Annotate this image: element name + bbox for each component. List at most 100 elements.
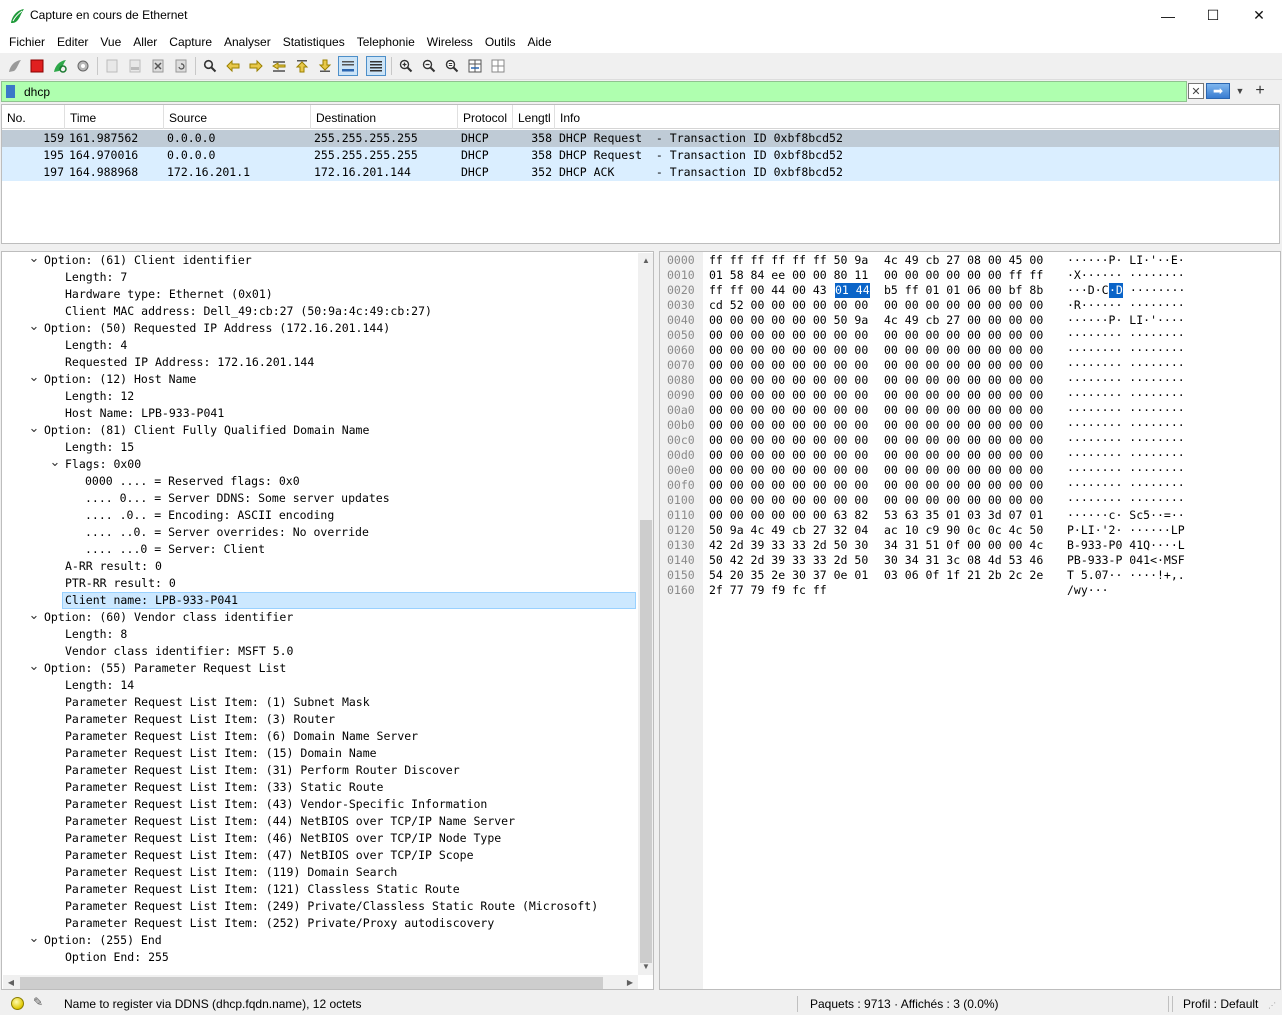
zoom-in-button[interactable] [396,56,416,76]
go-to-packet-button[interactable] [269,56,289,76]
detail-line[interactable]: Length: 15 [65,439,134,456]
scroll-thumb[interactable] [640,520,652,963]
edit-comment-icon[interactable]: ✎ [33,995,49,1011]
column-header-time[interactable]: Time [65,105,164,129]
detail-line[interactable]: Option: (55) Parameter Request List [44,660,286,677]
detail-line[interactable]: Parameter Request List Item: (44) NetBIO… [65,813,515,830]
detail-line[interactable]: PTR-RR result: 0 [65,575,176,592]
normal-size-button[interactable] [442,56,462,76]
detail-line[interactable]: .... ...0 = Server: Client [85,541,265,558]
scroll-thumb[interactable] [20,977,603,989]
detail-line[interactable]: Length: 14 [65,677,134,694]
menu-fichier[interactable]: Fichier [3,31,51,53]
detail-line[interactable]: Requested IP Address: 172.16.201.144 [65,354,314,371]
detail-line[interactable]: Option: (60) Vendor class identifier [44,609,293,626]
scroll-up-icon[interactable]: ▲ [638,253,653,269]
detail-line[interactable]: Parameter Request List Item: (1) Subnet … [65,694,370,711]
stop-capture-button[interactable] [27,56,47,76]
column-header-no[interactable]: No. [2,105,65,129]
go-back-button[interactable] [223,56,243,76]
details-horizontal-scrollbar[interactable]: ◀ ▶ [3,975,638,989]
detail-line[interactable]: Parameter Request List Item: (46) NetBIO… [65,830,501,847]
detail-line[interactable]: Vendor class identifier: MSFT 5.0 [65,643,293,660]
expand-chevron-icon[interactable]: ⌄ [49,455,61,473]
menu-editer[interactable]: Editer [51,31,94,53]
detail-line[interactable]: .... ..0. = Server overrides: No overrid… [85,524,369,541]
expand-chevron-icon[interactable]: ⌄ [28,421,40,439]
column-header-info[interactable]: Info [555,105,1279,129]
scroll-right-icon[interactable]: ▶ [622,975,638,989]
expand-chevron-icon[interactable]: ⌄ [28,659,40,677]
colorize-toggle[interactable] [366,56,386,76]
packet-row[interactable]: 195 164.970016 0.0.0.0 255.255.255.255 DHCP 3… [2,147,1279,164]
ascii-bytes-highlighted[interactable]: ·D [1109,283,1123,298]
expand-chevron-icon[interactable]: ⌄ [28,370,40,388]
detail-line[interactable]: Parameter Request List Item: (119) Domai… [65,864,397,881]
detail-line[interactable]: Length: 7 [65,269,127,286]
bookmark-icon[interactable] [6,85,15,98]
detail-line[interactable]: Option: (50) Requested IP Address (172.1… [44,320,390,337]
menu-telephonie[interactable]: Telephonie [351,31,421,53]
detail-line-selected[interactable]: Client name: LPB-933-P041 [62,592,636,609]
first-packet-button[interactable] [292,56,312,76]
menu-aller[interactable]: Aller [127,31,163,53]
autoscroll-toggle[interactable] [338,56,358,76]
detail-line[interactable]: Parameter Request List Item: (121) Class… [65,881,460,898]
detail-line[interactable]: Option: (255) End [44,932,162,949]
detail-line[interactable]: Host Name: LPB-933-P041 [65,405,224,422]
go-forward-button[interactable] [246,56,266,76]
detail-line[interactable]: .... .0.. = Encoding: ASCII encoding [85,507,334,524]
menu-wireless[interactable]: Wireless [421,31,479,53]
detail-line[interactable]: Flags: 0x00 [65,456,141,473]
detail-line[interactable]: Parameter Request List Item: (47) NetBIO… [65,847,474,864]
column-header-source[interactable]: Source [164,105,311,129]
scroll-left-icon[interactable]: ◀ [3,975,19,989]
last-packet-button[interactable] [315,56,335,76]
detail-line[interactable]: Client MAC address: Dell_49:cb:27 (50:9a… [65,303,432,320]
column-header-destination[interactable]: Destination [311,105,458,129]
reload-file-button[interactable] [171,56,191,76]
save-file-button[interactable] [125,56,145,76]
menu-capture[interactable]: Capture [163,31,218,53]
menu-vue[interactable]: Vue [94,31,127,53]
filter-history-dropdown[interactable]: ▼ [1234,84,1246,98]
detail-line[interactable]: Parameter Request List Item: (249) Priva… [65,898,598,915]
detail-line[interactable]: Parameter Request List Item: (43) Vendor… [65,796,487,813]
start-capture-button[interactable] [5,56,25,76]
menu-outils[interactable]: Outils [479,31,522,53]
restart-capture-button[interactable] [50,56,70,76]
detail-line[interactable]: Hardware type: Ethernet (0x01) [65,286,273,303]
maximize-button[interactable]: ☐ [1190,0,1236,31]
close-button[interactable]: ✕ [1236,0,1282,31]
detail-line[interactable]: 0000 .... = Reserved flags: 0x0 [85,473,300,490]
layout-button[interactable] [488,56,508,76]
menu-aide[interactable]: Aide [522,31,558,53]
expert-info-icon[interactable] [11,997,24,1010]
menu-analyser[interactable]: Analyser [218,31,277,53]
expand-chevron-icon[interactable]: ⌄ [28,931,40,949]
detail-line[interactable]: Parameter Request List Item: (6) Domain … [65,728,418,745]
detail-line[interactable]: Option: (12) Host Name [44,371,196,388]
close-file-button[interactable] [148,56,168,76]
detail-line[interactable]: Length: 4 [65,337,127,354]
detail-line[interactable]: Length: 8 [65,626,127,643]
clear-filter-button[interactable]: ✕ [1188,83,1204,99]
column-header-protocol[interactable]: Protocol [458,105,513,129]
detail-line[interactable]: .... 0... = Server DDNS: Some server upd… [85,490,390,507]
packet-row[interactable]: 159 161.987562 0.0.0.0 255.255.255.255 DHCP 3… [2,130,1279,147]
display-filter-input[interactable] [24,84,1174,100]
details-vertical-scrollbar[interactable]: ▲ ▼ [638,253,653,975]
apply-filter-button[interactable]: ➡ [1206,83,1230,99]
detail-line[interactable]: A-RR result: 0 [65,558,162,575]
column-header-length[interactable]: Lengtl [513,105,555,129]
open-file-button[interactable] [102,56,122,76]
expand-chevron-icon[interactable]: ⌄ [28,319,40,337]
zoom-out-button[interactable] [419,56,439,76]
detail-line[interactable]: Parameter Request List Item: (31) Perfor… [65,762,460,779]
packet-row[interactable]: 197 164.988968 172.16.201.1 172.16.201.144 D… [2,164,1279,181]
find-packet-button[interactable] [200,56,220,76]
add-filter-button[interactable]: + [1252,81,1268,101]
detail-line[interactable]: Option End: 255 [65,949,169,966]
scroll-down-icon[interactable]: ▼ [638,959,653,975]
expand-chevron-icon[interactable]: ⌄ [28,608,40,626]
